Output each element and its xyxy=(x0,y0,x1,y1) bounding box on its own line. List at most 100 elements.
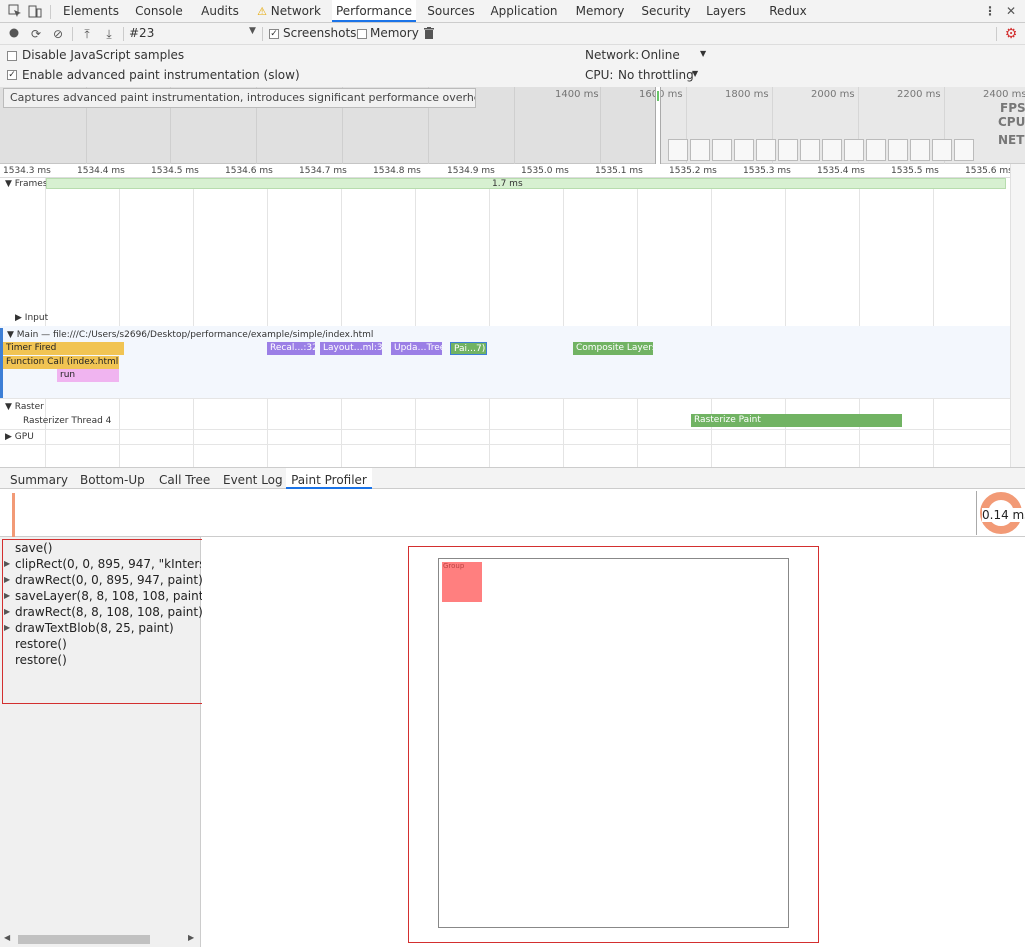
tab-memory[interactable]: Memory xyxy=(570,0,630,22)
function-call-event[interactable]: Function Call (index.html:31) xyxy=(3,356,119,369)
flame-chart[interactable]: ▼ Frames 1.7 ms ▶ Input ▼ Main — file://… xyxy=(0,178,1010,467)
command-item[interactable]: restore() xyxy=(15,653,67,667)
command-item[interactable]: restore() xyxy=(15,637,67,651)
timer-fired-event[interactable]: Timer Fired xyxy=(3,342,124,355)
record-icon[interactable] xyxy=(7,27,21,41)
frame-bar[interactable] xyxy=(46,178,1006,189)
tab-redux[interactable]: Redux xyxy=(763,0,813,22)
screenshot-thumbnail[interactable] xyxy=(910,139,930,161)
screenshot-thumbnail[interactable] xyxy=(888,139,908,161)
screenshot-thumbnail[interactable] xyxy=(690,139,710,161)
tab-elements[interactable]: Elements xyxy=(57,0,125,22)
disable-js-samples-checkbox[interactable] xyxy=(7,51,17,61)
command-item[interactable]: drawTextBlob(8, 25, paint) xyxy=(15,621,174,635)
more-options-icon[interactable]: ⋮ xyxy=(983,4,997,18)
tab-bottom-up[interactable]: Bottom-Up xyxy=(80,468,145,489)
save-profile-icon[interactable]: ⤓ xyxy=(102,27,116,41)
performance-toolbar: ⟳ ⊘ ⤒ ⤓ #23 ▼ ✓ Screenshots Memory ⚙ xyxy=(0,23,1025,45)
flame-chart-scrollbar[interactable] xyxy=(1010,164,1025,467)
profiler-bar[interactable] xyxy=(12,493,15,537)
reload-icon[interactable]: ⟳ xyxy=(29,27,43,41)
layout-event[interactable]: Layout…ml:32) xyxy=(320,342,382,355)
tab-paint-profiler[interactable]: Paint Profiler xyxy=(286,468,372,489)
tab-network[interactable]: ⚠ Network xyxy=(252,0,326,22)
tab-audits[interactable]: Audits xyxy=(194,0,246,22)
scrollbar-thumb[interactable] xyxy=(18,935,150,944)
tooltip: Captures advanced paint instrumentation,… xyxy=(3,88,476,108)
tab-security[interactable]: Security xyxy=(637,0,695,22)
screenshot-thumbnail[interactable] xyxy=(844,139,864,161)
screenshot-thumbnail[interactable] xyxy=(800,139,820,161)
paint-command-list[interactable]: save() ▶ clipRect(0, 0, 895, 947, "kInte… xyxy=(0,537,227,947)
chevron-down-icon: ▼ xyxy=(5,402,12,412)
inspect-element-icon[interactable] xyxy=(8,4,22,18)
command-item[interactable]: saveLayer(8, 8, 108, 108, paint, "") xyxy=(15,589,227,603)
screenshot-strip[interactable] xyxy=(668,139,998,161)
composite-layers-event[interactable]: Composite Layers xyxy=(573,342,653,355)
tab-layers[interactable]: Layers xyxy=(702,0,750,22)
recalc-style-event[interactable]: Recal…:32) xyxy=(267,342,315,355)
rasterize-paint-event[interactable]: Rasterize Paint xyxy=(691,414,902,427)
main-track-toggle[interactable]: ▼ Main — file:///C:/Users/s2696/Desktop/… xyxy=(7,330,373,340)
device-toolbar-icon[interactable] xyxy=(28,4,42,18)
divider xyxy=(0,429,1010,430)
network-select[interactable]: Online xyxy=(641,48,680,62)
tab-call-tree[interactable]: Call Tree xyxy=(159,468,210,489)
chevron-down-icon[interactable]: ▼ xyxy=(692,69,698,78)
cpu-select[interactable]: No throttling xyxy=(618,68,694,82)
ruler-tick: 1535.4 ms xyxy=(817,166,865,176)
tab-sources[interactable]: Sources xyxy=(422,0,480,22)
paint-profiler-timeline[interactable]: 0.14 ms xyxy=(0,489,1025,537)
chevron-left-icon[interactable]: ◀ xyxy=(4,933,10,942)
frames-track-toggle[interactable]: ▼ Frames xyxy=(5,179,48,189)
chevron-right-icon[interactable]: ▶ xyxy=(4,591,10,600)
tab-event-log[interactable]: Event Log xyxy=(223,468,283,489)
grid-line xyxy=(563,178,564,467)
advanced-paint-checkbox[interactable]: ✓ xyxy=(7,70,17,80)
gear-icon[interactable]: ⚙ xyxy=(1004,27,1018,41)
tab-application[interactable]: Application xyxy=(487,0,561,22)
grid-line xyxy=(267,178,268,467)
command-list-scrollbar[interactable]: ◀ ▶ xyxy=(0,932,200,947)
chevron-right-icon[interactable]: ▶ xyxy=(4,607,10,616)
screenshots-checkbox[interactable]: ✓ xyxy=(269,29,279,39)
chevron-right-icon[interactable]: ▶ xyxy=(4,575,10,584)
screenshot-thumbnail[interactable] xyxy=(734,139,754,161)
input-track-toggle[interactable]: ▶ Input xyxy=(15,313,48,323)
chevron-right-icon[interactable]: ▶ xyxy=(4,559,10,568)
memory-checkbox[interactable] xyxy=(357,29,367,39)
screenshot-thumbnail[interactable] xyxy=(756,139,776,161)
recording-selector[interactable]: #23 xyxy=(129,26,154,40)
grid-line xyxy=(637,178,638,467)
screenshot-thumbnail[interactable] xyxy=(932,139,952,161)
command-item[interactable]: save() xyxy=(15,541,52,555)
screenshot-thumbnail[interactable] xyxy=(778,139,798,161)
tab-console[interactable]: Console xyxy=(128,0,190,22)
raster-track-toggle[interactable]: ▼ Raster xyxy=(5,402,44,412)
load-profile-icon[interactable]: ⤒ xyxy=(80,27,94,41)
tab-summary[interactable]: Summary xyxy=(10,468,68,489)
chevron-right-icon[interactable]: ▶ xyxy=(4,623,10,632)
close-icon[interactable]: ✕ xyxy=(1004,4,1018,18)
network-label: Network: xyxy=(585,48,640,62)
paint-event[interactable]: Pai…7) xyxy=(450,342,487,355)
gpu-track-toggle[interactable]: ▶ GPU xyxy=(5,432,34,442)
ruler-tick: 1534.5 ms xyxy=(151,166,199,176)
screenshot-thumbnail[interactable] xyxy=(866,139,886,161)
command-item[interactable]: drawRect(8, 8, 108, 108, paint) xyxy=(15,605,203,619)
chevron-down-icon[interactable]: ▼ xyxy=(700,49,706,58)
trash-icon[interactable] xyxy=(422,27,436,41)
screenshot-thumbnail[interactable] xyxy=(668,139,688,161)
chevron-down-icon[interactable]: ▼ xyxy=(249,26,256,36)
command-item[interactable]: drawRect(0, 0, 895, 947, paint) xyxy=(15,573,203,587)
clear-icon[interactable]: ⊘ xyxy=(51,27,65,41)
run-event[interactable]: run xyxy=(57,369,119,382)
chevron-right-icon[interactable]: ▶ xyxy=(188,933,194,942)
screenshot-thumbnail[interactable] xyxy=(822,139,842,161)
command-item[interactable]: clipRect(0, 0, 895, 947, "kIntersect_C xyxy=(15,557,201,571)
tab-performance[interactable]: Performance xyxy=(332,0,416,22)
screenshot-thumbnail[interactable] xyxy=(954,139,974,161)
update-layer-tree-event[interactable]: Upda…Tree xyxy=(391,342,442,355)
screenshot-thumbnail[interactable] xyxy=(712,139,732,161)
ruler-tick: 1535.1 ms xyxy=(595,166,643,176)
